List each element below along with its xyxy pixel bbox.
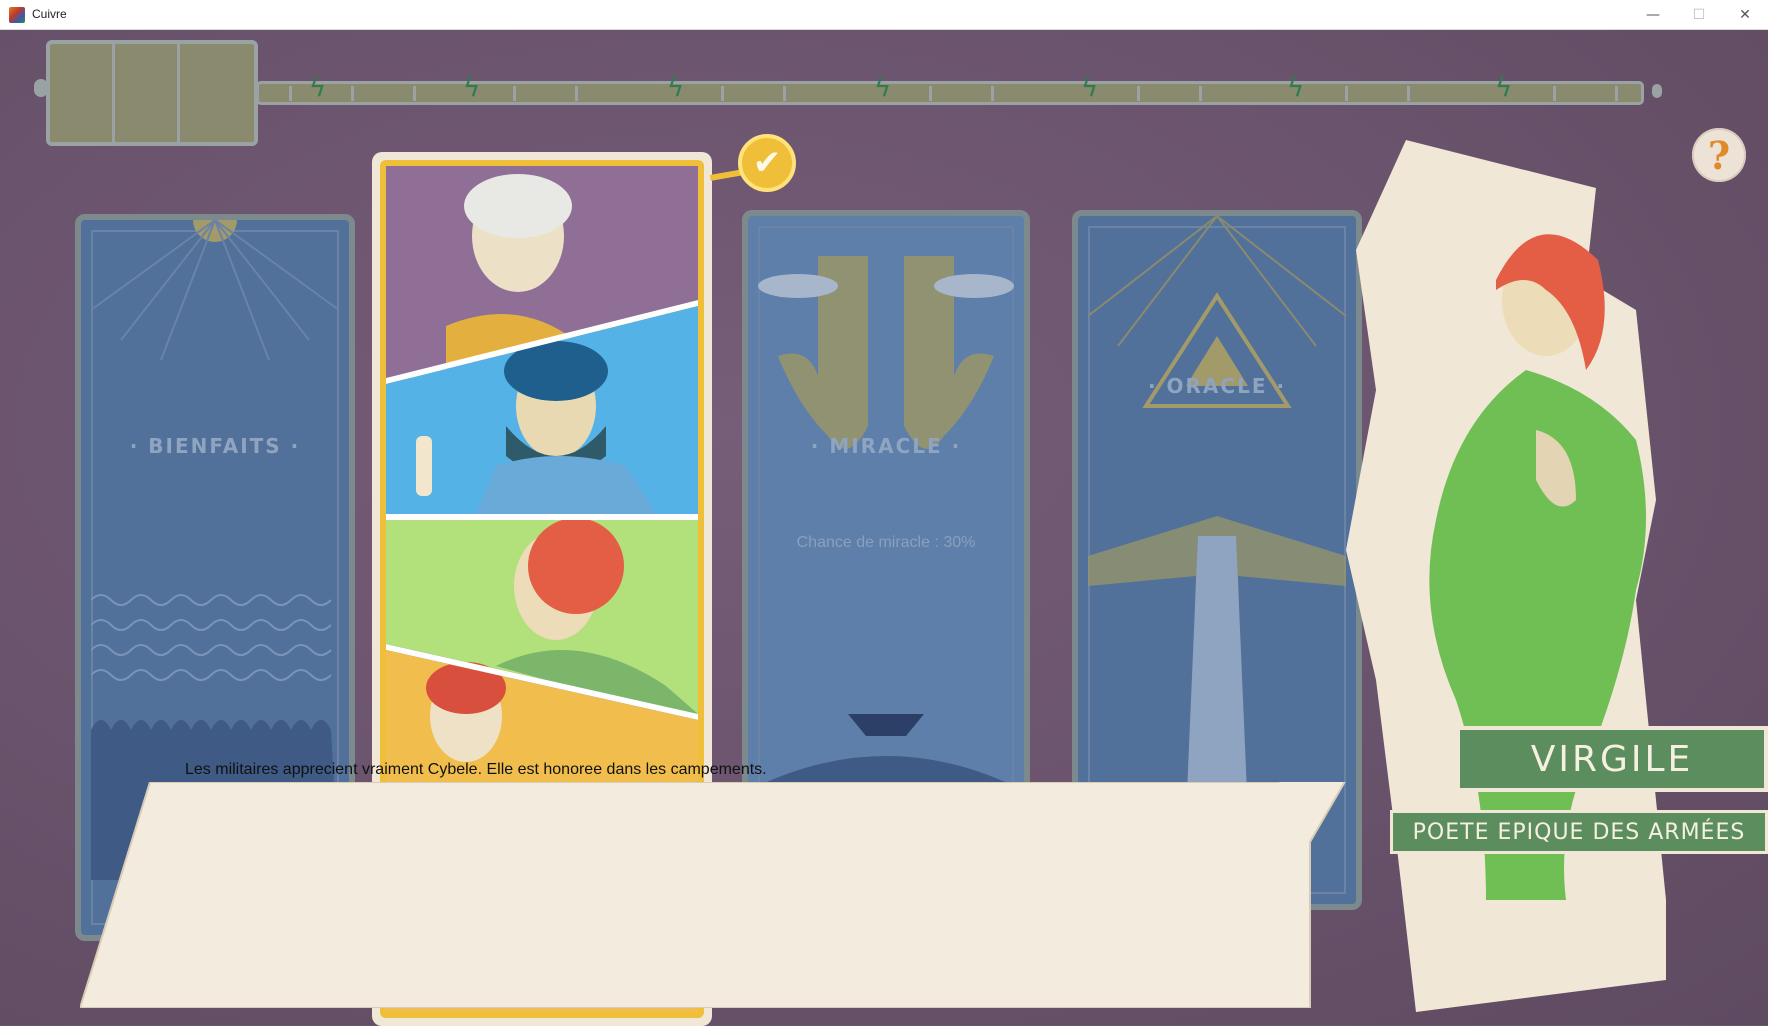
battery-cell bbox=[50, 44, 115, 142]
lightning-icon: ϟ bbox=[1495, 73, 1513, 103]
timeline-tick bbox=[351, 86, 354, 101]
timeline-tick bbox=[991, 86, 994, 101]
miracle-chance-label: Chance de miracle : 30% bbox=[796, 534, 976, 551]
timeline-tick bbox=[783, 86, 786, 101]
character-portrait bbox=[1346, 140, 1666, 1012]
window-titlebar: Cuivre — ☐ ✕ bbox=[0, 0, 1768, 30]
lightning-icon: ϟ bbox=[463, 73, 481, 103]
card-title: · BIENFAITS · bbox=[129, 434, 301, 458]
dialog-text: Les militaires apprecient vraiment Cybel… bbox=[185, 761, 767, 778]
timeline-tick bbox=[413, 86, 416, 101]
lightning-icon: ϟ bbox=[309, 73, 327, 103]
timeline-tick bbox=[289, 86, 292, 101]
card-title: · ORACLE · bbox=[1147, 374, 1287, 398]
timeline-tick bbox=[1137, 86, 1140, 101]
app-icon bbox=[9, 7, 25, 23]
timeline-tick bbox=[1199, 86, 1202, 101]
maximize-button[interactable]: ☐ bbox=[1676, 0, 1722, 29]
card-title: · MIRACLE · bbox=[810, 434, 962, 458]
close-button[interactable]: ✕ bbox=[1722, 0, 1768, 29]
timeline-tick bbox=[1615, 86, 1618, 101]
lightning-icon: ϟ bbox=[1287, 73, 1305, 103]
timeline-tick bbox=[575, 86, 578, 101]
checkmark-icon: ✔ bbox=[738, 134, 796, 192]
timeline-right-cap bbox=[1652, 84, 1662, 98]
timeline-tick bbox=[721, 86, 724, 101]
window-title: Cuivre bbox=[32, 7, 67, 21]
timeline-track: ϟ ϟ ϟ ϟ ϟ ϟ ϟ bbox=[256, 75, 1644, 105]
turn-battery bbox=[46, 40, 258, 146]
timeline-tick bbox=[1407, 86, 1410, 101]
game-viewport: ϟ ϟ ϟ ϟ ϟ ϟ ϟ ? · BIENFAITS · · MIRACLE … bbox=[0, 30, 1768, 1026]
timeline-tick bbox=[513, 86, 516, 101]
lightning-icon: ϟ bbox=[667, 73, 685, 103]
timeline-tick bbox=[1553, 86, 1556, 101]
timeline-tick bbox=[1345, 86, 1348, 101]
battery-cell bbox=[115, 44, 180, 142]
lightning-icon: ϟ bbox=[874, 73, 892, 103]
character-name: VIRGILE bbox=[1456, 726, 1768, 792]
dialog-box bbox=[80, 782, 1346, 1008]
lightning-icon: ϟ bbox=[1081, 73, 1099, 103]
timeline-tick bbox=[929, 86, 932, 101]
character-role: POETE EPIQUE DES ARMÉES bbox=[1390, 810, 1768, 854]
minimize-button[interactable]: — bbox=[1630, 0, 1676, 29]
card-sunrays bbox=[90, 220, 340, 361]
